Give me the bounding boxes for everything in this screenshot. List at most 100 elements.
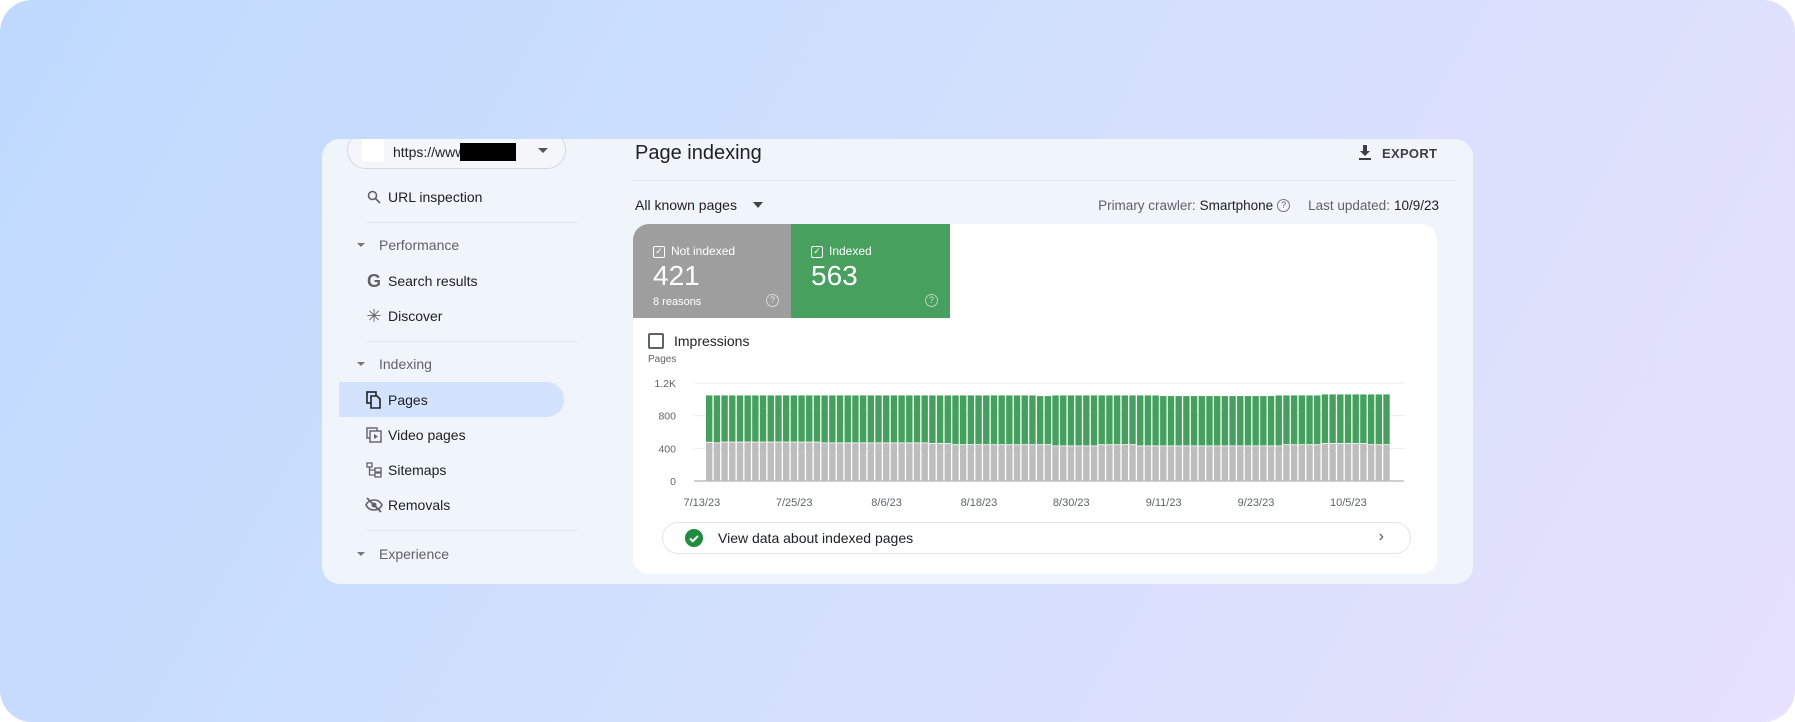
bar-indexed (1113, 395, 1121, 445)
search-icon (365, 187, 383, 207)
x-tick-label: 9/23/23 (1238, 497, 1275, 509)
bar-indexed (1106, 395, 1113, 445)
indexing-bar-chart: Pages 0 400 800 1.2K 7/13/23 7/25/23 8/6/23 8/18… (648, 354, 1404, 509)
bar-indexed (983, 395, 990, 445)
bar-not-indexed (1075, 446, 1082, 481)
checkbox-checked-icon[interactable]: ✓ (653, 246, 665, 258)
help-icon[interactable]: ? (766, 294, 779, 307)
bar-not-indexed (775, 442, 782, 481)
bar-not-indexed (1352, 443, 1359, 481)
divider (633, 180, 1456, 181)
eye-off-icon (365, 495, 383, 515)
bar-indexed (1013, 395, 1021, 445)
bar-not-indexed (1029, 445, 1036, 481)
bar-indexed (898, 395, 905, 443)
bar-not-indexed (959, 445, 967, 481)
bar-indexed (1306, 395, 1313, 445)
bar-indexed (1383, 394, 1390, 445)
bar-indexed (1090, 395, 1098, 446)
bar-indexed (1029, 395, 1036, 445)
bar-not-indexed (1360, 443, 1367, 481)
bar-not-indexed (752, 442, 759, 481)
bar-indexed (913, 395, 921, 443)
bar-not-indexed (913, 443, 921, 481)
google-icon: G (366, 271, 381, 291)
bar-not-indexed (759, 442, 767, 481)
page-filter-dropdown[interactable]: All known pages (635, 195, 763, 215)
tile-indexed[interactable]: ✓ Indexed 563 ? (791, 224, 950, 318)
bar-indexed (1375, 394, 1383, 445)
bar-not-indexed (736, 442, 744, 481)
bar-indexed (721, 395, 728, 442)
bar-not-indexed (798, 442, 805, 481)
bar-indexed (1267, 396, 1275, 446)
bar-indexed (1229, 396, 1236, 446)
bar-indexed (775, 395, 782, 442)
bar-indexed (1137, 395, 1144, 446)
bar-not-indexed (1052, 446, 1059, 481)
bar-not-indexed (936, 443, 944, 481)
video-pages-icon (365, 425, 383, 445)
bar-indexed (1244, 396, 1252, 446)
pages-icon (365, 390, 383, 410)
bar-not-indexed (1129, 445, 1136, 481)
bar-indexed (1213, 396, 1221, 446)
export-button[interactable]: EXPORT (1358, 143, 1437, 163)
bar-indexed (975, 395, 982, 445)
bar-not-indexed (906, 443, 913, 481)
bar-not-indexed (829, 443, 836, 481)
help-icon[interactable]: ? (925, 294, 938, 307)
property-favicon (362, 139, 384, 162)
bar-not-indexed (921, 443, 928, 481)
bar-indexed (1298, 395, 1306, 445)
report-meta: Primary crawler: Smartphone ? Last updat… (1098, 197, 1439, 213)
y-tick-label: 800 (658, 411, 676, 423)
bar-not-indexed (867, 443, 875, 481)
bar-indexed (729, 395, 736, 442)
bar-not-indexed (1137, 446, 1144, 481)
bar-not-indexed (852, 443, 859, 481)
checkbox-checked-icon[interactable]: ✓ (811, 246, 823, 258)
bar-not-indexed (1206, 446, 1213, 481)
bar-indexed (1260, 396, 1267, 446)
bar-not-indexed (1006, 445, 1013, 481)
bar-indexed (1321, 394, 1329, 444)
tile-not-indexed[interactable]: ✓ Not indexed 421 8 reasons ? (633, 224, 791, 318)
bar-not-indexed (1367, 445, 1375, 481)
bar-not-indexed (1329, 443, 1336, 481)
bar-indexed (1198, 396, 1205, 446)
bar-not-indexed (944, 443, 951, 481)
bar-indexed (1367, 394, 1375, 445)
chevron-right-icon: › (1378, 528, 1384, 545)
bar-not-indexed (1344, 443, 1352, 481)
bar-indexed (798, 395, 805, 442)
impressions-toggle[interactable]: Impressions (648, 333, 749, 349)
bar-indexed (744, 395, 751, 442)
bar-not-indexed (1067, 446, 1075, 481)
caret-down-icon (357, 552, 365, 556)
help-icon[interactable]: ? (1277, 198, 1291, 212)
bar-not-indexed (975, 445, 982, 481)
bar-indexed (759, 395, 767, 442)
caret-down-icon (357, 243, 365, 247)
caret-down-icon (357, 362, 365, 366)
view-indexed-data-button[interactable]: View data about indexed pages › (662, 522, 1411, 554)
bar-indexed (1044, 396, 1052, 445)
bar-indexed (944, 395, 951, 444)
bar-indexed (867, 395, 875, 443)
checkbox-icon[interactable] (648, 333, 664, 349)
bar-not-indexed (1013, 445, 1021, 481)
bar-not-indexed (1044, 445, 1052, 481)
bar-not-indexed (806, 442, 813, 481)
bar-indexed (852, 395, 859, 443)
bar-indexed (782, 395, 790, 442)
bar-not-indexed (844, 443, 851, 481)
property-selector[interactable]: https://www (347, 139, 566, 169)
bar-indexed (1252, 396, 1259, 446)
bar-indexed (1160, 396, 1167, 446)
bar-not-indexed (875, 443, 882, 481)
bar-not-indexed (998, 445, 1005, 481)
bar-not-indexed (1221, 446, 1229, 481)
asterisk-icon: ✳ (366, 306, 382, 326)
bar-indexed (1237, 396, 1244, 446)
